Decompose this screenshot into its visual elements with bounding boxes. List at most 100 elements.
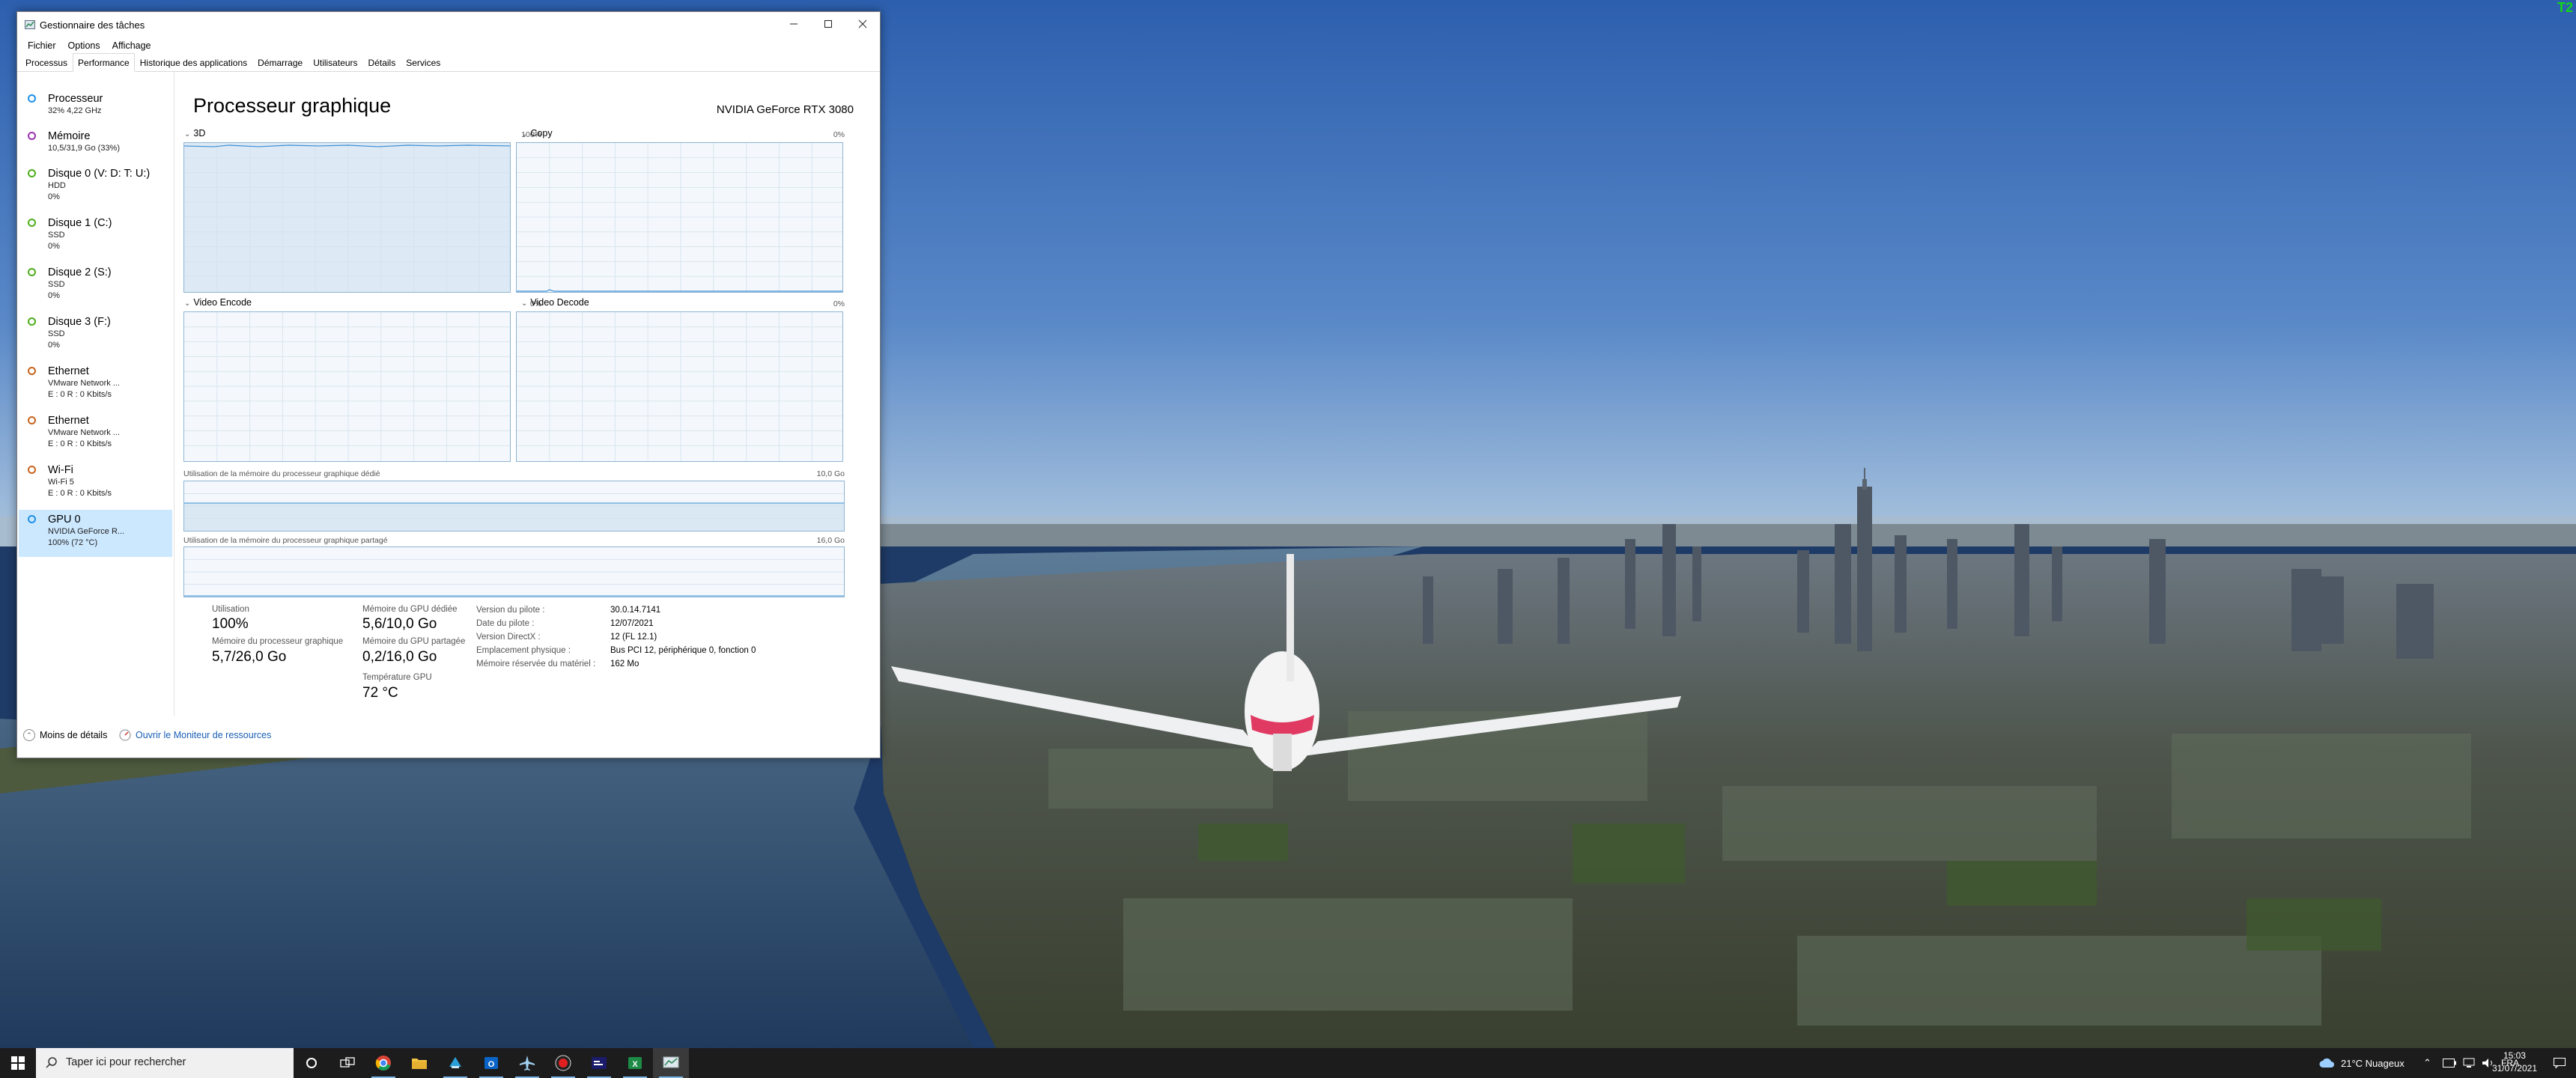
minimize-button[interactable]: [777, 12, 811, 36]
temperature-value: 72 °C: [362, 685, 398, 701]
sidebar-item-memoire[interactable]: Mémoire 10,5/31,9 Go (33%): [19, 127, 172, 161]
taskbar-app-flight-simulator[interactable]: [509, 1048, 545, 1078]
gpu-memory-value: 5,7/26,0 Go: [212, 649, 287, 665]
taskbar: Taper ici pour rechercher O X 21°C Nuage…: [0, 1048, 2576, 1078]
gpu-model-name: NVIDIA GeForce RTX 3080: [716, 103, 854, 116]
chrome-icon: [375, 1056, 391, 1071]
tab-utilisateurs[interactable]: Utilisateurs: [308, 53, 362, 71]
close-icon: [858, 19, 867, 28]
sidebar-item-detail: 0%: [48, 192, 60, 201]
sidebar-item-detail: 0%: [48, 341, 60, 350]
gpu-memory-label: Mémoire du processeur graphique: [212, 637, 344, 646]
sidebar-item-disque-2[interactable]: Disque 2 (S:) SSD 0%: [19, 263, 172, 309]
taskbar-search-box[interactable]: Taper ici pour rechercher: [36, 1048, 294, 1078]
dedicated-memory-graph: [184, 493, 844, 531]
reserved-memory-key: Mémoire réservée du matériel :: [476, 660, 596, 669]
sidebar-item-detail: SSD: [48, 280, 65, 289]
taskbar-app-steam-like[interactable]: [437, 1048, 473, 1078]
taskbar-app-terminal[interactable]: [581, 1048, 617, 1078]
start-button[interactable]: [0, 1048, 36, 1078]
sidebar-item-label: Disque 1 (C:): [48, 217, 112, 229]
menu-fichier[interactable]: Fichier: [22, 37, 62, 54]
gpu-3d-usage-graph: [184, 143, 510, 292]
minimize-icon: [790, 23, 798, 25]
shared-memory-stat-label: Mémoire du GPU partagée: [362, 637, 466, 646]
chevron-down-icon: ⌄: [521, 299, 528, 308]
graph-fill: [184, 503, 844, 531]
engine-label: Video Encode: [193, 297, 252, 308]
sidebar-item-ethernet-2[interactable]: Ethernet VMware Network ... E : 0 R : 0 …: [19, 411, 172, 457]
status-circle-icon: [28, 94, 36, 103]
tab-historique[interactable]: Historique des applications: [135, 53, 252, 71]
taskbar-app-task-manager[interactable]: [653, 1048, 689, 1078]
sidebar-item-disque-0[interactable]: Disque 0 (V: D: T: U:) HDD 0%: [19, 164, 172, 210]
sidebar-item-detail: 100% (72 °C): [48, 538, 98, 547]
window-footer: ⌃ Moins de détails Ouvrir le Moniteur de…: [17, 725, 880, 755]
maximize-button[interactable]: [811, 12, 845, 36]
taskbar-app-excel[interactable]: X: [617, 1048, 653, 1078]
chevron-down-icon: ⌄: [521, 130, 528, 138]
tab-processus[interactable]: Processus: [20, 53, 73, 71]
dedicated-memory-label: Utilisation de la mémoire du processeur …: [183, 469, 380, 478]
task-view-button[interactable]: [329, 1048, 365, 1078]
taskbar-app-outlook[interactable]: O: [473, 1048, 509, 1078]
sidebar-item-wifi[interactable]: Wi-Fi Wi-Fi 5 E : 0 R : 0 Kbits/s: [19, 460, 172, 507]
dedicated-memory-stat-value: 5,6/10,0 Go: [362, 616, 437, 632]
battery-icon: [2443, 1059, 2456, 1068]
menu-affichage[interactable]: Affichage: [106, 37, 157, 54]
sidebar-item-processeur[interactable]: Processeur 32% 4,22 GHz: [19, 89, 172, 124]
sidebar-item-gpu-0[interactable]: GPU 0 NVIDIA GeForce R... 100% (72 °C): [19, 510, 172, 557]
close-button[interactable]: [845, 12, 880, 36]
tray-battery[interactable]: [2443, 1048, 2456, 1078]
sidebar-item-disque-3[interactable]: Disque 3 (F:) SSD 0%: [19, 312, 172, 359]
folder-icon: [412, 1059, 427, 1069]
tab-details[interactable]: Détails: [363, 53, 401, 71]
sidebar-item-detail: 0%: [48, 242, 60, 251]
title-bar[interactable]: Gestionnaire des tâches: [17, 12, 880, 37]
menu-bar: Fichier Options Affichage: [17, 37, 157, 54]
utilization-value: 100%: [212, 616, 249, 632]
open-resource-monitor-link[interactable]: Ouvrir le Moniteur de ressources: [119, 729, 271, 741]
sidebar-item-label: Disque 0 (V: D: T: U:): [48, 168, 151, 180]
terminal-icon: [592, 1057, 607, 1069]
graph-3d: [183, 142, 511, 293]
engine-selector-copy[interactable]: ⌄ Copy: [521, 128, 553, 138]
tab-performance[interactable]: Performance: [73, 53, 135, 72]
sidebar-item-label: Ethernet: [48, 415, 89, 427]
sidebar-item-ethernet-1[interactable]: Ethernet VMware Network ... E : 0 R : 0 …: [19, 362, 172, 408]
status-circle-icon: [28, 416, 36, 424]
tab-demarrage[interactable]: Démarrage: [252, 53, 308, 71]
menu-options[interactable]: Options: [62, 37, 106, 54]
taskbar-app-file-explorer[interactable]: [401, 1048, 437, 1078]
sidebar-item-disque-1[interactable]: Disque 1 (C:) SSD 0%: [19, 213, 172, 260]
gpu-copy-usage-graph: [517, 143, 842, 292]
engine-selector-video-encode[interactable]: ⌄ Video Encode: [184, 297, 252, 308]
maximize-icon: [824, 20, 832, 28]
page-title: Processeur graphique: [193, 94, 392, 117]
sidebar-item-detail: VMware Network ...: [48, 428, 120, 437]
taskbar-app-recorder[interactable]: [545, 1048, 581, 1078]
directx-version-key: Version DirectX :: [476, 633, 541, 642]
sidebar-item-label: Wi-Fi: [48, 464, 73, 476]
notification-center-button[interactable]: [2554, 1048, 2566, 1078]
taskbar-app-chrome[interactable]: [365, 1048, 401, 1078]
taskbar-clock[interactable]: 15:03 31/07/2021: [2492, 1050, 2537, 1075]
status-circle-icon: [28, 466, 36, 474]
sidebar-item-detail: E : 0 R : 0 Kbits/s: [48, 390, 112, 399]
utilization-label: Utilisation: [212, 605, 249, 614]
engine-selector-3d[interactable]: ⌄ 3D: [184, 128, 205, 138]
sidebar-item-detail: E : 0 R : 0 Kbits/s: [48, 489, 112, 498]
engine-selector-video-decode[interactable]: ⌄ Video Decode: [521, 297, 589, 308]
sidebar-item-detail: HDD: [48, 181, 66, 190]
tray-overflow-button[interactable]: ⌃: [2423, 1048, 2431, 1078]
tab-services[interactable]: Services: [401, 53, 446, 71]
cortana-button[interactable]: [294, 1048, 329, 1078]
tray-network[interactable]: [2462, 1048, 2476, 1078]
engine-label: Copy: [530, 128, 553, 138]
chevron-down-icon: ⌄: [184, 299, 191, 308]
open-resource-monitor-label: Ouvrir le Moniteur de ressources: [136, 730, 272, 740]
weather-widget[interactable]: 21°C Nuageux: [2318, 1048, 2405, 1078]
temperature-label: Température GPU: [362, 673, 432, 682]
cloud-icon: [2319, 1058, 2334, 1068]
fewer-details-button[interactable]: ⌃ Moins de détails: [23, 729, 107, 741]
